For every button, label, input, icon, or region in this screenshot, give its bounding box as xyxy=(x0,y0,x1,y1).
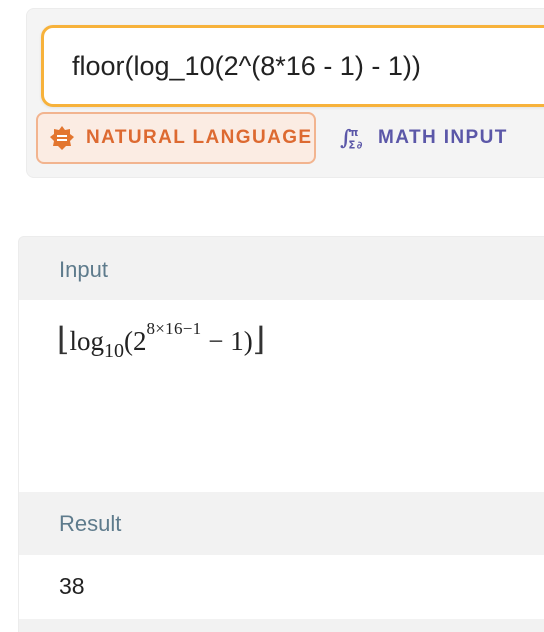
results-pod: Input ⌊log10(28×16−1 − 1)⌋ Result 38 xyxy=(18,236,544,632)
svg-text:Σ∂: Σ∂ xyxy=(348,139,363,151)
natural-language-button[interactable]: NATURAL LANGUAGE xyxy=(36,112,316,164)
input-expression: ⌊log10(28×16−1 − 1)⌋ xyxy=(57,319,266,362)
minus-one: − 1) xyxy=(201,326,253,356)
wolfram-page: floor(log_10(2^(8*16 - 1) - 1)) NATURAL … xyxy=(0,0,544,632)
power-exponent: 8×16−1 xyxy=(146,319,202,338)
math-input-button[interactable]: ∫ π Σ∂ MATH INPUT xyxy=(338,112,508,164)
floor-open: ⌊ xyxy=(57,320,70,358)
svg-text:π: π xyxy=(350,127,359,139)
input-pod-title: Input xyxy=(59,257,108,282)
math-input-icon: ∫ π Σ∂ xyxy=(340,124,368,152)
log-function: log xyxy=(69,326,104,356)
query-input[interactable]: floor(log_10(2^(8*16 - 1) - 1)) xyxy=(41,25,544,107)
log-base: 10 xyxy=(104,340,124,362)
natural-language-label: NATURAL LANGUAGE xyxy=(86,127,313,148)
natural-language-icon xyxy=(48,124,76,152)
input-pod-body: ⌊log10(28×16−1 − 1)⌋ xyxy=(19,300,544,492)
result-pod-title: Result xyxy=(59,511,122,536)
result-value: 38 xyxy=(59,573,85,599)
floor-close: ⌋ xyxy=(252,320,266,358)
open-paren: ( xyxy=(124,326,133,356)
math-input-label: MATH INPUT xyxy=(378,127,508,148)
power-base: 2 xyxy=(133,326,147,356)
result-pod-body: 38 xyxy=(19,555,544,619)
